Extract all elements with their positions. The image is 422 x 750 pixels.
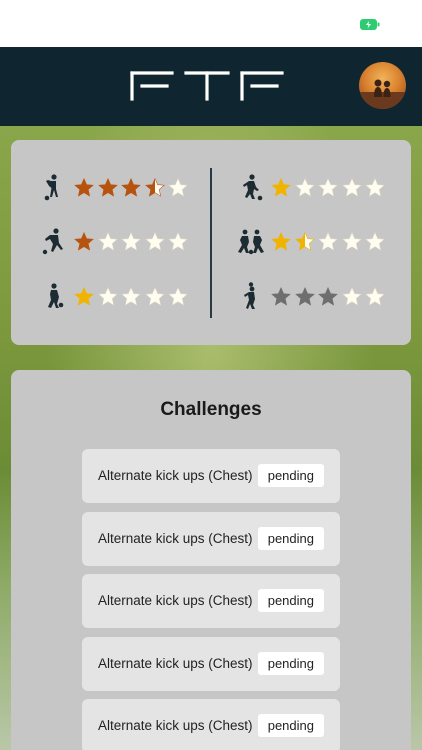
challenges-title: Challenges bbox=[160, 399, 262, 420]
star-icon bbox=[365, 177, 385, 197]
star-icon bbox=[168, 286, 188, 306]
header-player-icon bbox=[244, 282, 255, 309]
star-icon bbox=[271, 231, 291, 251]
challenge-name: Alternate kick ups (Chest) bbox=[98, 593, 253, 608]
skill-rating-row bbox=[236, 226, 388, 258]
challenge-name: Alternate kick ups (Chest) bbox=[98, 531, 253, 546]
star-icon bbox=[97, 177, 118, 197]
skill-rating-row bbox=[236, 172, 388, 204]
challenge-status-badge: pending bbox=[257, 652, 324, 675]
challenge-name: Alternate kick ups (Chest) bbox=[98, 656, 253, 671]
star-icon bbox=[318, 177, 338, 197]
skill-rating-row bbox=[39, 172, 191, 204]
star-icon bbox=[168, 177, 188, 197]
star-icon bbox=[341, 177, 362, 197]
challenge-status-badge: pending bbox=[257, 714, 324, 737]
challenge-name: Alternate kick ups (Chest) bbox=[98, 468, 253, 483]
star-icon bbox=[74, 286, 94, 306]
star-icon bbox=[74, 177, 94, 197]
star-icon bbox=[121, 286, 141, 306]
star-icon bbox=[121, 231, 141, 251]
challenge-item[interactable]: Alternate kick ups (Chest) pending bbox=[82, 699, 340, 750]
star-icon bbox=[97, 286, 118, 306]
challenge-item[interactable]: Alternate kick ups (Chest) pending bbox=[82, 512, 340, 566]
challenges-card: Challenges Alternate kick ups (Chest) pe… bbox=[11, 370, 411, 750]
star-icon bbox=[318, 231, 338, 251]
skill-ratings-card bbox=[11, 140, 411, 345]
star-rating bbox=[270, 231, 388, 253]
skill-rating-row bbox=[236, 281, 388, 313]
skill-rating-row bbox=[39, 226, 191, 258]
star-icon bbox=[74, 231, 94, 251]
star-icon bbox=[144, 177, 165, 197]
star-icon bbox=[271, 177, 291, 197]
battery-charging-icon bbox=[360, 19, 380, 30]
star-icon bbox=[121, 177, 141, 197]
challenge-item[interactable]: Alternate kick ups (Chest) pending bbox=[82, 574, 340, 628]
dribbling-player-icon bbox=[243, 174, 263, 201]
ratings-divider bbox=[210, 168, 212, 318]
ball-control-player-icon bbox=[48, 283, 64, 308]
avatar[interactable] bbox=[359, 62, 406, 109]
shooting-player-icon bbox=[42, 228, 63, 255]
star-icon bbox=[365, 231, 385, 251]
star-icon bbox=[341, 231, 362, 251]
challenge-name: Alternate kick ups (Chest) bbox=[98, 718, 253, 733]
tackle-players-icon bbox=[238, 229, 264, 255]
challenge-item[interactable]: Alternate kick ups (Chest) pending bbox=[82, 449, 340, 503]
star-icon bbox=[271, 286, 291, 306]
challenge-item[interactable]: Alternate kick ups (Chest) pending bbox=[82, 637, 340, 691]
star-icon bbox=[365, 286, 385, 306]
star-icon bbox=[318, 286, 338, 306]
challenge-status-badge: pending bbox=[257, 527, 324, 550]
challenge-status-badge: pending bbox=[257, 464, 324, 487]
star-icon bbox=[144, 286, 165, 306]
star-icon bbox=[341, 286, 362, 306]
status-bar bbox=[0, 0, 422, 47]
star-rating bbox=[73, 231, 191, 253]
challenge-status-badge: pending bbox=[257, 589, 324, 612]
star-rating bbox=[270, 177, 388, 199]
star-rating bbox=[73, 286, 191, 308]
ftf-logo bbox=[130, 71, 284, 101]
kick-up-player-icon bbox=[44, 174, 58, 201]
app-header bbox=[0, 47, 422, 126]
skill-rating-row bbox=[39, 281, 191, 313]
star-icon bbox=[294, 177, 315, 197]
star-icon bbox=[97, 231, 118, 251]
avatar-photo-icon bbox=[359, 79, 406, 109]
star-icon bbox=[294, 231, 315, 251]
star-icon bbox=[168, 231, 188, 251]
star-icon bbox=[144, 231, 165, 251]
star-icon bbox=[294, 286, 315, 306]
star-rating bbox=[73, 177, 191, 199]
star-rating bbox=[270, 286, 388, 308]
